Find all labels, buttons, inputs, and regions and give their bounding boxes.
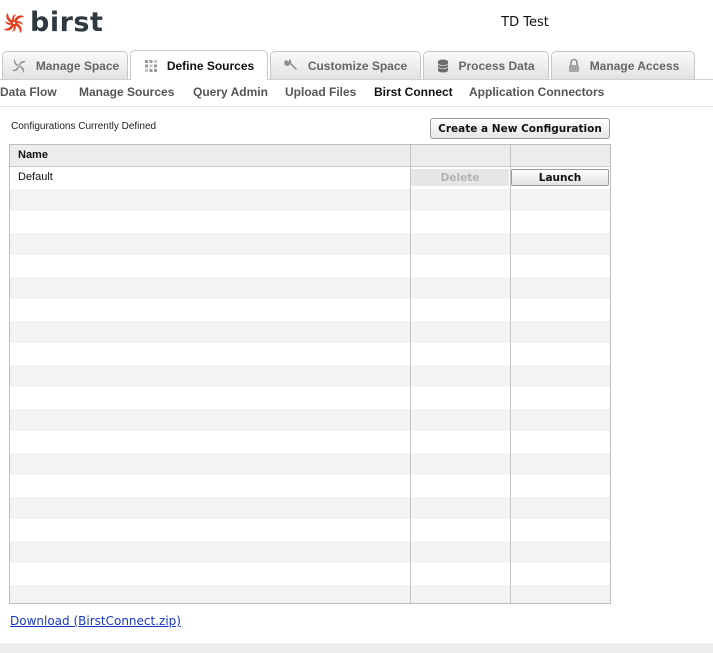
pinwheel-logo-icon [4, 13, 24, 33]
empty-row [10, 189, 610, 211]
empty-row [10, 343, 610, 365]
empty-row [10, 519, 610, 541]
birst-logo: birst [2, 7, 103, 39]
column-header-name: Name [18, 149, 48, 161]
footer-bar [0, 643, 713, 653]
tab-process-data[interactable]: Process Data [423, 51, 549, 79]
padlock-icon [567, 58, 581, 73]
empty-row [10, 585, 610, 603]
empty-row [10, 563, 610, 585]
tab-manage-access[interactable]: Manage Access [551, 51, 695, 79]
config-name: Default [18, 171, 53, 183]
tab-label: Customize Space [307, 58, 408, 73]
empty-row [10, 299, 610, 321]
launch-button[interactable]: Launch [511, 169, 609, 186]
subnav-upload-files[interactable]: Upload Files [285, 85, 356, 99]
empty-row [10, 255, 610, 277]
empty-row [10, 277, 610, 299]
empty-row [10, 497, 610, 519]
tab-label: Define Sources [166, 58, 255, 73]
pinwheel-icon [11, 58, 27, 74]
top-bar: birst TD Test [0, 0, 713, 48]
empty-row [10, 387, 610, 409]
subnav-application-connectors[interactable]: Application Connectors [469, 85, 604, 99]
tab-label: Process Data [458, 58, 535, 73]
column-divider [510, 145, 511, 603]
grid-dots-icon [144, 59, 158, 73]
subnav-birst-connect[interactable]: Birst Connect [374, 85, 453, 99]
database-icon [437, 59, 449, 73]
delete-button[interactable]: Delete [411, 169, 509, 186]
tab-customize-space[interactable]: Customize Space [270, 51, 421, 79]
logo-text: birst [30, 7, 104, 38]
empty-row [10, 453, 610, 475]
tab-define-sources[interactable]: Define Sources [130, 50, 268, 80]
wrench-icon [283, 58, 299, 73]
space-name: TD Test [501, 15, 549, 30]
grid-rows: Default Delete Launch [10, 167, 610, 603]
table-row[interactable]: Default Delete Launch [10, 167, 610, 189]
empty-row [10, 475, 610, 497]
subnav-manage-sources[interactable]: Manage Sources [79, 85, 174, 99]
subnav-data-flow[interactable]: Data Flow [0, 85, 57, 99]
configurations-label: Configurations Currently Defined [11, 121, 157, 132]
empty-row [10, 233, 610, 255]
empty-row [10, 211, 610, 233]
empty-row [10, 431, 610, 453]
tab-label: Manage Space [35, 58, 120, 73]
subnav-query-admin[interactable]: Query Admin [193, 85, 268, 99]
column-divider [410, 145, 411, 603]
empty-row [10, 541, 610, 563]
main-tabs: Manage Space Define Sources Customize Sp… [0, 48, 713, 80]
download-link[interactable]: Download (BirstConnect.zip) [10, 614, 181, 628]
sub-navigation: Data Flow Manage Sources Query Admin Upl… [0, 80, 713, 107]
empty-row [10, 409, 610, 431]
empty-row [10, 365, 610, 387]
create-configuration-button[interactable]: Create a New Configuration [430, 118, 610, 139]
grid-header: Name [10, 145, 610, 167]
tab-manage-space[interactable]: Manage Space [2, 51, 128, 79]
tab-label: Manage Access [589, 58, 680, 73]
empty-row [10, 321, 610, 343]
configurations-grid: Name Default Delete Launch [9, 144, 611, 604]
